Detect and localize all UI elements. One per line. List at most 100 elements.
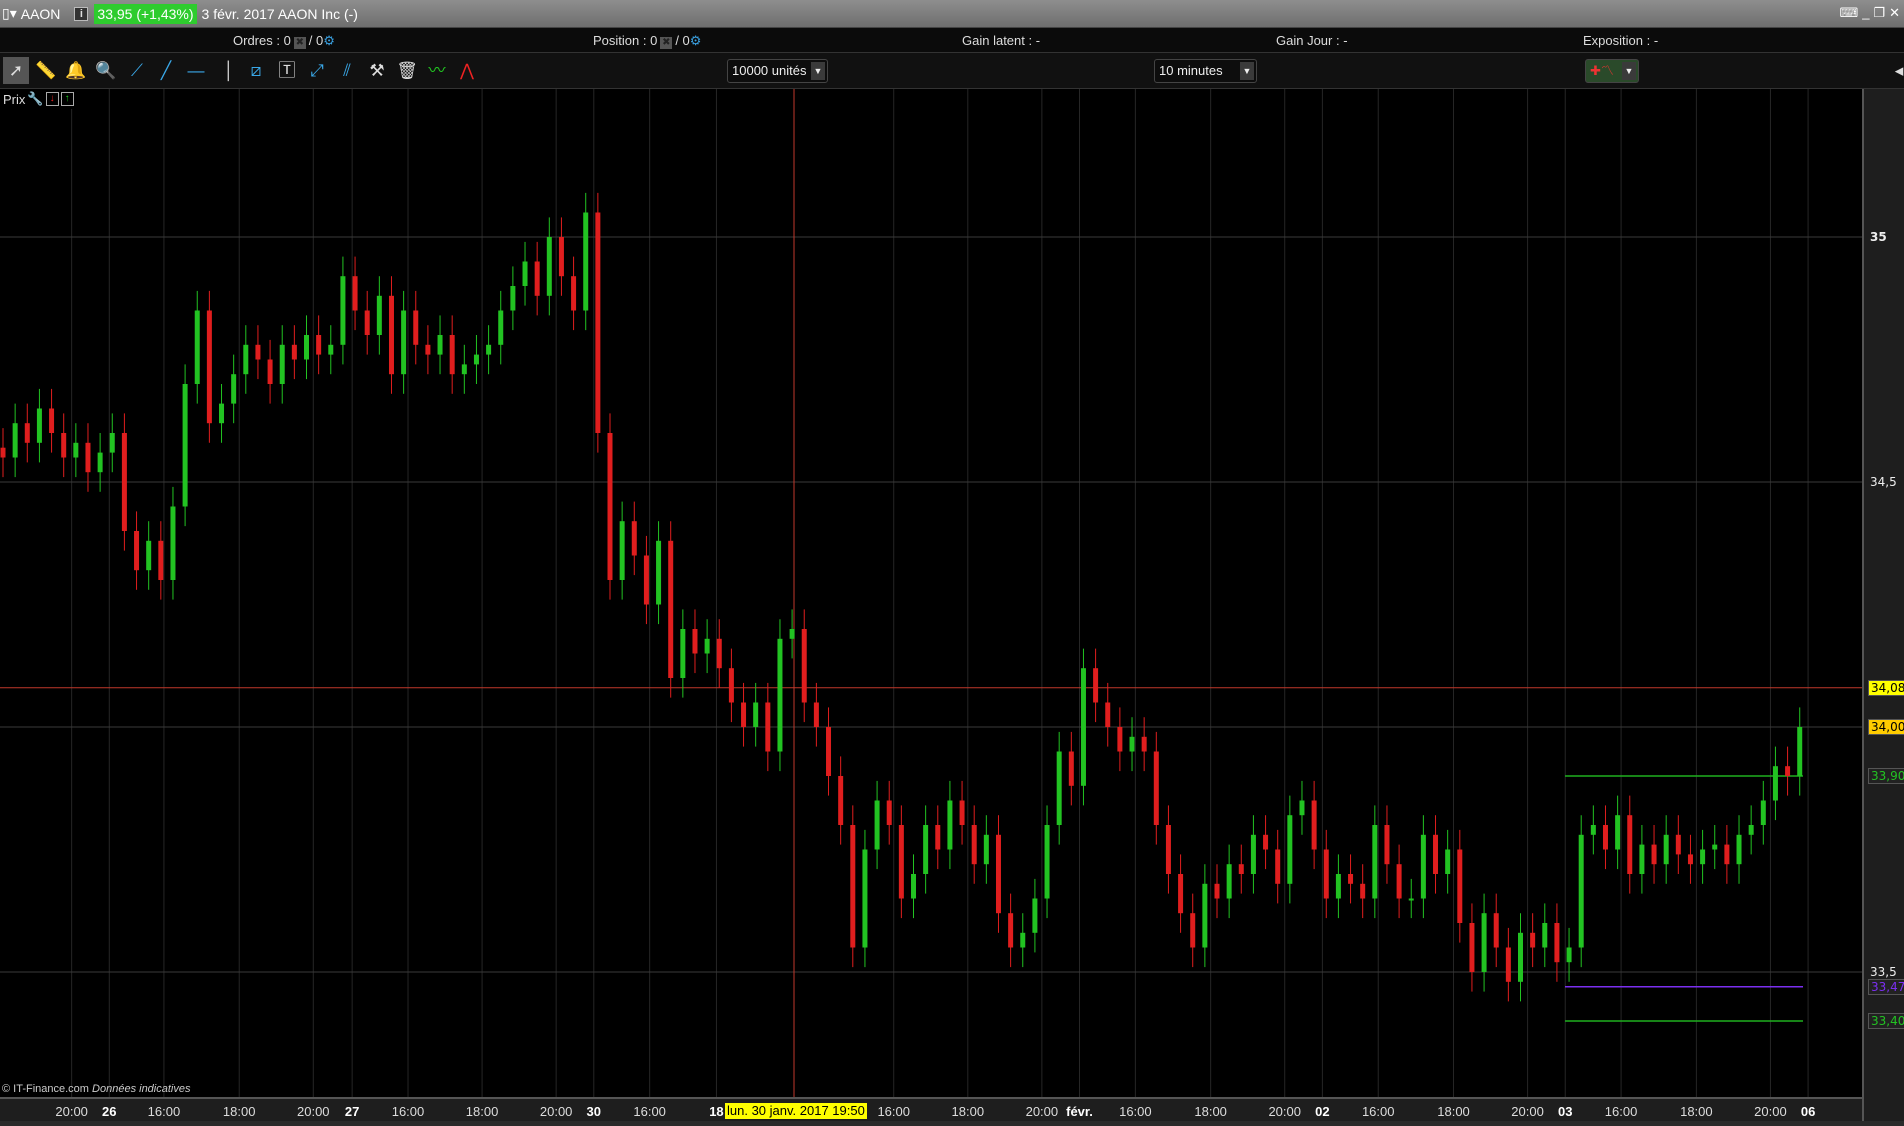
minimize-button[interactable]: _ bbox=[1862, 5, 1869, 21]
candle-body bbox=[1433, 834, 1439, 874]
ruler-tool-icon[interactable]: 📏 bbox=[33, 57, 59, 84]
time-tick-label: 02 bbox=[1315, 1104, 1330, 1119]
scroll-right-icon[interactable]: ◂ bbox=[1886, 57, 1904, 84]
zoom-magnifier-icon[interactable]: 🔍 bbox=[93, 57, 119, 84]
candle-body bbox=[1554, 923, 1560, 963]
candle-body bbox=[219, 403, 225, 424]
candle-body bbox=[267, 359, 273, 384]
candle-body bbox=[1736, 834, 1742, 865]
arrow-tool-icon[interactable]: ⤢ bbox=[304, 57, 330, 84]
candle-body bbox=[692, 629, 698, 654]
symbol-label[interactable]: AAON bbox=[21, 6, 61, 22]
candlestick-icon[interactable]: ▯▾ bbox=[2, 5, 17, 22]
quantity-value: 10000 unités bbox=[732, 63, 807, 78]
exposition: Exposition : - bbox=[1583, 33, 1659, 48]
candle-body bbox=[983, 834, 989, 865]
candle-body bbox=[631, 521, 637, 556]
bottom-border bbox=[0, 1121, 1904, 1126]
quote-badge: 33,95 (+1,43%) bbox=[94, 3, 197, 24]
candle-body bbox=[328, 344, 334, 355]
time-tick-label: 30 bbox=[586, 1104, 602, 1119]
price-tick-label: 34,5 bbox=[1870, 475, 1897, 489]
chevron-down-icon: ▼ bbox=[811, 62, 825, 80]
candle-body bbox=[36, 408, 42, 443]
candle-body bbox=[1590, 825, 1596, 835]
line-tool-icon[interactable]: ╱ bbox=[153, 57, 179, 84]
candle-body bbox=[1190, 913, 1196, 948]
candle-body bbox=[1178, 874, 1184, 914]
price-chart[interactable] bbox=[0, 0, 1862, 1097]
settings-gear-icon[interactable]: ⚙ bbox=[323, 33, 335, 48]
close-position-icon[interactable]: ✖ bbox=[660, 37, 673, 49]
time-tick-label: févr. bbox=[1066, 1104, 1093, 1119]
restore-button[interactable]: ❐ bbox=[1873, 5, 1885, 21]
candle-body bbox=[1627, 815, 1633, 874]
candle-body bbox=[813, 702, 819, 727]
candle-body bbox=[1663, 834, 1669, 865]
price-axis[interactable]: 35 34,5 33,5 34,08 34,00 33,900 33,470 33,400 bbox=[1862, 89, 1904, 1126]
candle-body bbox=[923, 825, 929, 874]
candle-body bbox=[61, 433, 67, 458]
candle-body bbox=[510, 286, 516, 311]
candle-body bbox=[1214, 883, 1220, 899]
candle-body bbox=[97, 452, 103, 473]
cancel-orders-icon[interactable]: ✖ bbox=[293, 37, 306, 49]
orders-info: Ordres : 0 ✖/ 0⚙ bbox=[233, 33, 335, 49]
time-axis[interactable]: 20:00 26 16:00 18:00 20:00 27 16:00 18:00 20:00 3… bbox=[0, 1097, 1862, 1121]
candle-body bbox=[401, 310, 407, 375]
interval-select[interactable]: 10 minutes ▼ bbox=[1154, 59, 1257, 83]
candle-body bbox=[668, 540, 674, 678]
pointer-tool-icon[interactable]: ➚ bbox=[3, 57, 29, 84]
parallel-lines-icon[interactable]: ⫽ bbox=[334, 57, 360, 84]
tools-icon[interactable]: ⚒ bbox=[364, 57, 390, 84]
candle-body bbox=[182, 384, 188, 507]
indicators-button[interactable]: ✚〽 ▼ bbox=[1585, 59, 1639, 83]
triangle-pattern-icon[interactable]: ⋀ bbox=[454, 57, 480, 84]
keyboard-icon[interactable]: ⌨ bbox=[1839, 5, 1858, 21]
vertical-line-icon[interactable]: │ bbox=[216, 57, 242, 84]
text-tool-icon[interactable]: 🅃 bbox=[274, 57, 300, 84]
fibonacci-icon[interactable]: ⧄ bbox=[243, 57, 269, 84]
candle-body bbox=[1153, 751, 1159, 825]
time-tick-label: 16:00 bbox=[1361, 1104, 1395, 1119]
candle-body bbox=[425, 344, 431, 355]
drawing-toolbar: ➚ 📏 🔔 🔍 ⟋ ╱ — │ ⧄ 🅃 ⤢ ⫽ ⚒ 🗑 〰 ⋀ 10000 un… bbox=[0, 53, 1904, 89]
title-bar: ▯▾ AAON i 33,95 (+1,43%) 3 févr. 2017 AA… bbox=[0, 0, 1904, 28]
candle-body bbox=[413, 310, 419, 345]
position-gear-icon[interactable]: ⚙ bbox=[690, 33, 702, 48]
candle-body bbox=[680, 629, 686, 678]
copyright-note: © IT-Finance.com Données indicatives bbox=[2, 1083, 190, 1095]
candle-body bbox=[1287, 815, 1293, 884]
candle-body bbox=[1518, 932, 1523, 982]
price-tick-label: 35 bbox=[1870, 230, 1887, 244]
candle-body bbox=[109, 433, 115, 453]
candle-body bbox=[826, 727, 832, 776]
candle-body bbox=[1056, 751, 1062, 825]
candle-body bbox=[571, 276, 577, 311]
close-button[interactable]: ✕ bbox=[1889, 5, 1900, 21]
candle-body bbox=[1105, 702, 1111, 727]
candle-body bbox=[801, 629, 807, 703]
trash-icon[interactable]: 🗑 bbox=[394, 57, 420, 84]
candle-body bbox=[1032, 898, 1038, 933]
candle-body bbox=[304, 335, 309, 360]
candle-body bbox=[0, 447, 6, 458]
candle-body bbox=[1080, 668, 1086, 786]
channel-icon[interactable]: 〰 bbox=[424, 57, 450, 84]
candle-body bbox=[1044, 825, 1050, 899]
wrench-icon[interactable]: 🔧 bbox=[27, 91, 43, 107]
candle-body bbox=[1700, 849, 1706, 865]
horizontal-line-icon[interactable]: — bbox=[183, 57, 209, 84]
alert-bell-icon[interactable]: 🔔 bbox=[63, 57, 89, 84]
candle-body bbox=[607, 433, 613, 580]
info-icon[interactable]: i bbox=[74, 6, 89, 21]
move-down-icon[interactable]: ↓ bbox=[45, 92, 59, 106]
time-tick-label: 20:00 bbox=[1025, 1104, 1059, 1119]
move-up-icon[interactable]: ↑ bbox=[60, 92, 74, 106]
time-tick-label: 06 bbox=[1800, 1104, 1816, 1119]
crosshair-time-tooltip: lun. 30 janv. 2017 19:50 bbox=[725, 1103, 867, 1119]
candle-body bbox=[1602, 825, 1608, 850]
candle-body bbox=[1420, 834, 1426, 899]
quantity-select[interactable]: 10000 unités ▼ bbox=[727, 59, 828, 83]
segment-tool-icon[interactable]: ⟋ bbox=[124, 57, 150, 84]
